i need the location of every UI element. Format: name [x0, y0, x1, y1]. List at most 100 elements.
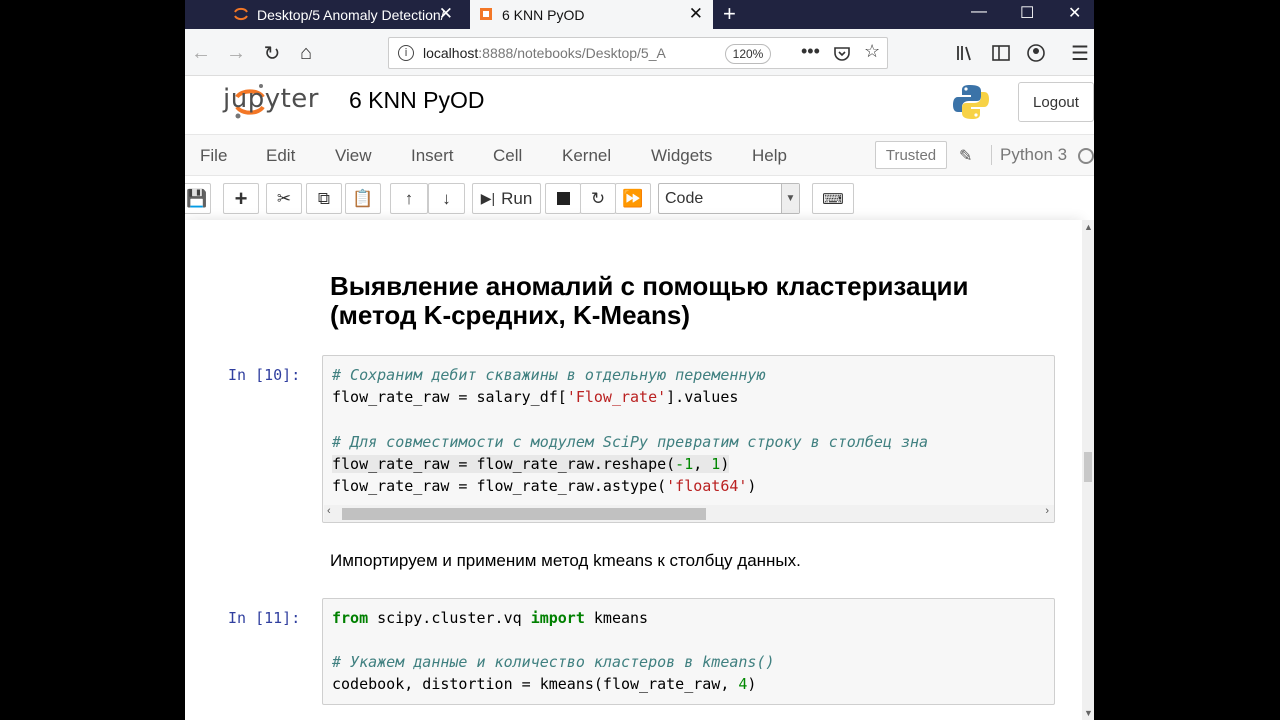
paste-button[interactable]: 📋 — [345, 183, 381, 214]
code-text: ) — [747, 477, 757, 495]
menu-edit[interactable]: Edit — [266, 146, 295, 166]
stop-icon — [556, 192, 570, 205]
pencil-icon[interactable]: ✎ — [959, 146, 972, 166]
restart-button[interactable]: ↻ — [580, 183, 616, 214]
pocket-icon[interactable] — [833, 45, 851, 63]
code-text: flow_rate_raw = salary_df[ — [332, 388, 567, 406]
menu-view[interactable]: View — [335, 146, 372, 166]
close-icon[interactable]: ✕ — [689, 4, 703, 24]
cell-type-value: Code — [665, 190, 704, 207]
copy-button[interactable]: ⧉ — [306, 183, 342, 214]
logout-button[interactable]: Logout — [1018, 82, 1094, 122]
kernel-status-icon — [1078, 148, 1094, 164]
home-icon[interactable]: ⌂ — [293, 40, 319, 66]
code-text: , — [693, 455, 712, 473]
tab-strip: Desktop/5 Anomaly Detection/ ✕ 6 KNN PyO… — [185, 0, 1094, 29]
cut-button[interactable]: ✂ — [266, 183, 302, 214]
step-forward-icon: ▶| — [480, 190, 496, 206]
back-arrow-icon[interactable]: ← — [188, 40, 214, 66]
scroll-up-icon[interactable]: ▲ — [1084, 222, 1093, 232]
code-number: 1 — [711, 455, 721, 473]
hamburger-menu-icon[interactable]: ☰ — [1067, 40, 1093, 66]
keyboard-icon: ⌨ — [822, 190, 844, 208]
navigation-bar: ← → ↻ ⌂ i localhost:8888/notebooks/Deskt… — [185, 29, 1094, 76]
minimize-icon[interactable]: — — [971, 3, 987, 21]
url-path: :8888/notebooks/Desktop/5_A — [478, 45, 666, 61]
clipboard-icon: 📋 — [352, 188, 374, 208]
code-line: from scipy.cluster.vq import kmeans — [332, 609, 648, 627]
scrollbar-thumb[interactable] — [342, 508, 706, 520]
menu-widgets[interactable]: Widgets — [651, 146, 712, 166]
code-cell-10[interactable]: # Сохраним дебит скважины в отдельную пе… — [322, 355, 1055, 523]
sidebar-icon[interactable] — [991, 43, 1011, 63]
tab-knn-pyod[interactable]: 6 KNN PyOD ✕ — [470, 0, 713, 29]
move-up-button[interactable]: ↑ — [390, 183, 428, 214]
command-palette-button[interactable]: ⌨ — [812, 183, 854, 214]
code-line-highlighted: flow_rate_raw = flow_rate_raw.reshape(-1… — [332, 455, 730, 473]
account-icon[interactable] — [1026, 43, 1046, 63]
more-actions-icon[interactable]: ••• — [801, 41, 820, 62]
menu-insert[interactable]: Insert — [411, 146, 454, 166]
window-close-icon[interactable]: ✕ — [1068, 3, 1081, 23]
code-string: 'Flow_rate' — [566, 388, 667, 406]
code-comment: # Укажем данные и количество кластеров в… — [332, 653, 775, 671]
kernel-name: Python 3 — [991, 145, 1067, 165]
insert-cell-button[interactable]: + — [223, 183, 259, 214]
arrow-up-icon: ↑ — [404, 188, 414, 208]
vertical-scrollbar[interactable]: ▲ ▼ — [1082, 220, 1094, 720]
code-comment: # Сохраним дебит скважины в отдельную пе… — [332, 366, 766, 384]
code-comment: # Для совместимости с модулем SciPy прев… — [332, 433, 929, 451]
code-line: flow_rate_raw = flow_rate_raw.astype('fl… — [332, 477, 756, 495]
code-text: ) — [720, 455, 730, 473]
horizontal-scrollbar[interactable]: ‹ › — [324, 505, 1054, 522]
url-host: localhost — [423, 45, 479, 61]
save-button[interactable]: 💾 — [185, 183, 211, 214]
new-tab-icon[interactable]: + — [723, 2, 736, 26]
trusted-indicator[interactable]: Trusted — [875, 141, 947, 169]
zoom-badge[interactable]: 120% — [725, 44, 771, 64]
menu-bar: File Edit View Insert Cell Kernel Widget… — [185, 135, 1094, 176]
menu-kernel[interactable]: Kernel — [562, 146, 611, 166]
menu-file[interactable]: File — [200, 146, 227, 166]
scroll-left-icon[interactable]: ‹ — [327, 505, 331, 517]
cell-prompt: In [10]: — [228, 366, 301, 384]
library-icon[interactable] — [955, 43, 975, 63]
scrollbar-thumb[interactable] — [1084, 452, 1092, 482]
scroll-right-icon[interactable]: › — [1045, 505, 1049, 517]
jupyter-header: jupyter 6 KNN PyOD Logout — [185, 76, 1094, 135]
tab-anomaly-detection[interactable]: Desktop/5 Anomaly Detection/ ✕ — [225, 0, 463, 29]
code-text: ) — [747, 675, 757, 693]
markdown-paragraph[interactable]: Импортируем и применим метод kmeans к ст… — [330, 551, 801, 571]
close-icon[interactable]: ✕ — [439, 4, 453, 24]
run-label: Run — [501, 188, 533, 208]
jupyter-wordmark[interactable]: jupyter — [223, 84, 319, 114]
address-bar[interactable]: i localhost:8888/notebooks/Desktop/5_A 1… — [388, 37, 888, 69]
menu-cell[interactable]: Cell — [493, 146, 522, 166]
url-text[interactable]: localhost:8888/notebooks/Desktop/5_A — [423, 45, 683, 61]
tab-title: Desktop/5 Anomaly Detection/ — [257, 6, 445, 23]
notebook-name[interactable]: 6 KNN PyOD — [349, 87, 484, 114]
interrupt-button[interactable] — [545, 183, 581, 214]
code-cell-11[interactable]: from scipy.cluster.vq import kmeans # Ук… — [322, 598, 1055, 705]
bookmark-star-icon[interactable]: ☆ — [864, 41, 880, 62]
maximize-icon[interactable]: ☐ — [1020, 3, 1034, 23]
scroll-down-icon[interactable]: ▼ — [1084, 708, 1093, 718]
copy-icon: ⧉ — [317, 188, 331, 208]
restart-run-all-button[interactable]: ⏩ — [615, 183, 651, 214]
run-button[interactable]: ▶| Run — [472, 183, 541, 214]
cell-type-select[interactable]: Code ▼ — [658, 183, 800, 214]
code-keyword: from — [332, 609, 369, 627]
menu-help[interactable]: Help — [752, 146, 787, 166]
markdown-heading[interactable]: Выявление аномалий с помощью кластеризац… — [330, 272, 1050, 330]
floppy-disk-icon: 💾 — [186, 188, 208, 208]
code-string: 'float64' — [666, 477, 748, 495]
info-icon[interactable]: i — [398, 45, 414, 61]
notebook-toolbar: 💾 + ✂ ⧉ 📋 ↑ ↓ ▶| Run ↻ ⏩ Code ▼ ⌨ — [185, 176, 1094, 220]
browser-window: Desktop/5 Anomaly Detection/ ✕ 6 KNN PyO… — [185, 0, 1094, 720]
notebook-container: Выявление аномалий с помощью кластеризац… — [185, 220, 1094, 720]
forward-arrow-icon[interactable]: → — [223, 40, 249, 66]
code-text: ].values — [666, 388, 739, 406]
python-logo-icon — [953, 85, 989, 119]
reload-icon[interactable]: ↻ — [259, 40, 285, 66]
move-down-button[interactable]: ↓ — [428, 183, 465, 214]
